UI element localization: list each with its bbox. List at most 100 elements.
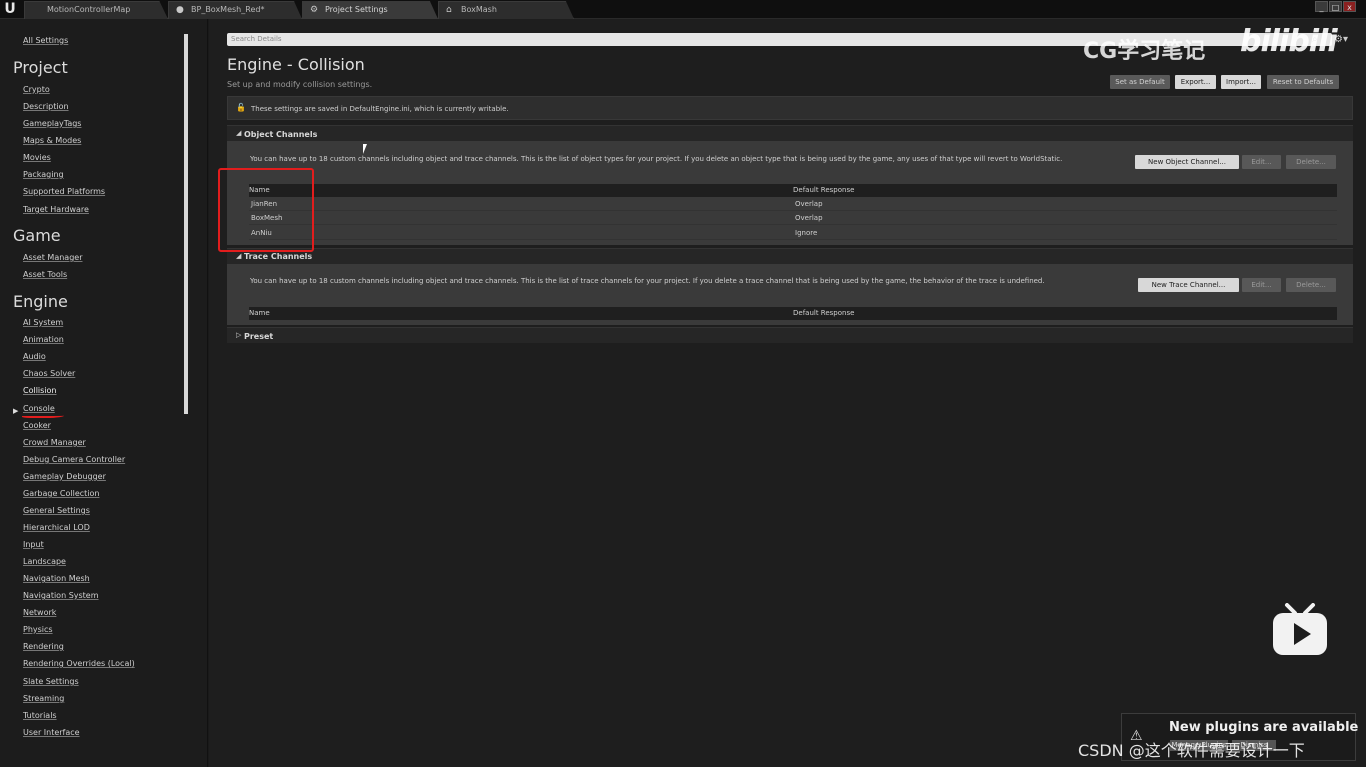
preset-title: Preset: [244, 332, 274, 341]
object-channels-table-header: Name Default Response: [249, 184, 1337, 197]
object-channels-desc: You can have up to 18 custom channels in…: [250, 155, 1063, 163]
sidebar-item-crypto[interactable]: Crypto: [23, 85, 50, 94]
object-channels-body: You can have up to 18 custom channels in…: [227, 141, 1353, 245]
sidebar-item-maps-modes[interactable]: Maps & Modes: [23, 136, 81, 145]
blueprint-icon: [32, 6, 41, 15]
csdn-watermark: CSDN @这个软件需要设计一下: [1078, 741, 1305, 760]
window-controls: _ □ x: [1315, 1, 1356, 13]
import-button[interactable]: Import...: [1221, 75, 1261, 89]
sidebar-item-tutorials[interactable]: Tutorials: [23, 711, 57, 720]
reset-to-defaults-button[interactable]: Reset to Defaults: [1267, 75, 1339, 89]
mouse-cursor-icon: [363, 144, 371, 154]
bilibili-logo: bilibili: [1240, 24, 1338, 59]
sidebar-item-physics[interactable]: Physics: [23, 625, 53, 634]
table-row[interactable]: BoxMesh Overlap: [249, 211, 1337, 225]
sidebar-category-project: Project: [13, 58, 68, 77]
page-subtitle: Set up and modify collision settings.: [227, 80, 373, 89]
collapse-caret-icon: ▷: [236, 331, 242, 339]
sidebar-item-console[interactable]: Console: [23, 404, 55, 413]
tab-project-settings[interactable]: ⚙ Project Settings: [302, 1, 438, 19]
tab-bp-boxmesh-red[interactable]: ● BP_BoxMesh_Red*: [168, 1, 302, 19]
sidebar-item-asset-tools[interactable]: Asset Tools: [23, 270, 67, 279]
trace-channels-title: Trace Channels: [244, 252, 313, 261]
set-as-default-button[interactable]: Set as Default: [1110, 75, 1170, 89]
sidebar-item-input[interactable]: Input: [23, 540, 44, 549]
sidebar-item-rendering[interactable]: Rendering: [23, 642, 64, 651]
red-highlight-box: [218, 168, 314, 252]
blueprint-actor-icon: ●: [176, 5, 184, 15]
gear-icon: ⚙: [310, 5, 319, 15]
trace-channels-header[interactable]: ◢ Trace Channels: [227, 248, 1353, 264]
sidebar-item-slate-settings[interactable]: Slate Settings: [23, 677, 79, 686]
sidebar-item-chaos-solver[interactable]: Chaos Solver: [23, 369, 75, 378]
maximize-button[interactable]: □: [1329, 1, 1342, 12]
lock-icon: 🔓: [236, 103, 246, 112]
sidebar-category-engine: Engine: [13, 292, 68, 311]
sidebar-item-network[interactable]: Network: [23, 608, 56, 617]
sidebar-item-gameplaytags[interactable]: GameplayTags: [23, 119, 81, 128]
sidebar-item-movies[interactable]: Movies: [23, 153, 51, 162]
sidebar-item-animation[interactable]: Animation: [23, 335, 64, 344]
selected-arrow-icon: ▶: [13, 407, 19, 415]
new-object-channel-button[interactable]: New Object Channel...: [1135, 155, 1239, 169]
sidebar-item-collision[interactable]: Collision: [23, 386, 57, 395]
sidebar-item-garbage-collection[interactable]: Garbage Collection: [23, 489, 99, 498]
preset-header[interactable]: ▷ Preset: [227, 327, 1353, 343]
expand-caret-icon: ◢: [236, 252, 242, 260]
object-channels-title: Object Channels: [244, 130, 318, 139]
sidebar-item-hierarchical-lod[interactable]: Hierarchical LOD: [23, 523, 90, 532]
sidebar-item-user-interface[interactable]: User Interface: [23, 728, 80, 737]
level-icon: ⌂: [446, 5, 452, 15]
sidebar-item-all-settings[interactable]: All Settings: [23, 36, 68, 45]
channel-response: Overlap: [795, 200, 823, 208]
sidebar-item-supported-platforms[interactable]: Supported Platforms: [23, 187, 105, 196]
sidebar-item-landscape[interactable]: Landscape: [23, 557, 66, 566]
sidebar-item-gameplay-debugger[interactable]: Gameplay Debugger: [23, 472, 106, 481]
channel-response: Ignore: [795, 229, 818, 237]
object-channels-header[interactable]: ◢ Object Channels: [227, 125, 1353, 141]
sidebar-scrollbar[interactable]: [184, 34, 188, 414]
watermark-text: CG学习笔记: [1083, 39, 1206, 64]
trace-channels-desc: You can have up to 18 custom channels in…: [250, 277, 1045, 285]
notification-title: New plugins are available: [1169, 720, 1359, 735]
bilibili-tv-icon: [1273, 603, 1327, 655]
sidebar-item-crowd-manager[interactable]: Crowd Manager: [23, 438, 86, 447]
sidebar-item-packaging[interactable]: Packaging: [23, 170, 64, 179]
delete-trace-channel-button[interactable]: Delete...: [1286, 278, 1336, 292]
notice-text: These settings are saved in DefaultEngin…: [251, 105, 509, 113]
sidebar-item-navigation-system[interactable]: Navigation System: [23, 591, 99, 600]
export-button[interactable]: Export...: [1175, 75, 1216, 89]
table-row[interactable]: AnNiu Ignore: [249, 226, 1337, 240]
edit-trace-channel-button[interactable]: Edit...: [1242, 278, 1281, 292]
page-title: Engine - Collision: [227, 55, 365, 74]
sidebar-item-streaming[interactable]: Streaming: [23, 694, 64, 703]
sidebar-item-general-settings[interactable]: General Settings: [23, 506, 90, 515]
sidebar-category-game: Game: [13, 226, 61, 245]
channel-response: Overlap: [795, 214, 823, 222]
minimize-button[interactable]: _: [1315, 1, 1328, 12]
delete-object-channel-button[interactable]: Delete...: [1286, 155, 1336, 169]
sidebar-item-target-hardware[interactable]: Target Hardware: [23, 205, 89, 214]
expand-caret-icon: ◢: [236, 129, 242, 137]
tab-boxmash[interactable]: ⌂ BoxMash: [438, 1, 574, 19]
sidebar-item-description[interactable]: Description: [23, 102, 69, 111]
edit-object-channel-button[interactable]: Edit...: [1242, 155, 1281, 169]
new-trace-channel-button[interactable]: New Trace Channel...: [1138, 278, 1239, 292]
table-row[interactable]: JianRen Overlap: [249, 197, 1337, 211]
trace-channels-body: You can have up to 18 custom channels in…: [227, 264, 1353, 325]
sidebar-item-ai-system[interactable]: AI System: [23, 318, 63, 327]
sidebar-item-rendering-overrides[interactable]: Rendering Overrides (Local): [23, 659, 135, 668]
sidebar-item-audio[interactable]: Audio: [23, 352, 46, 361]
title-bar: U MotionControllerMap ● BP_BoxMesh_Red* …: [0, 0, 1366, 19]
settings-sidebar: All Settings Project Crypto Description …: [0, 19, 208, 767]
tab-motion-controller-map[interactable]: MotionControllerMap: [24, 1, 168, 19]
sidebar-item-asset-manager[interactable]: Asset Manager: [23, 253, 82, 262]
column-name: Name: [249, 309, 270, 317]
sidebar-item-debug-camera-controller[interactable]: Debug Camera Controller: [23, 455, 125, 464]
trace-channels-table-header: Name Default Response: [249, 307, 1337, 320]
sidebar-item-cooker[interactable]: Cooker: [23, 421, 51, 430]
close-button[interactable]: x: [1343, 1, 1356, 12]
column-default-response: Default Response: [793, 309, 855, 317]
sidebar-item-navigation-mesh[interactable]: Navigation Mesh: [23, 574, 90, 583]
unreal-logo-icon[interactable]: U: [2, 1, 18, 17]
